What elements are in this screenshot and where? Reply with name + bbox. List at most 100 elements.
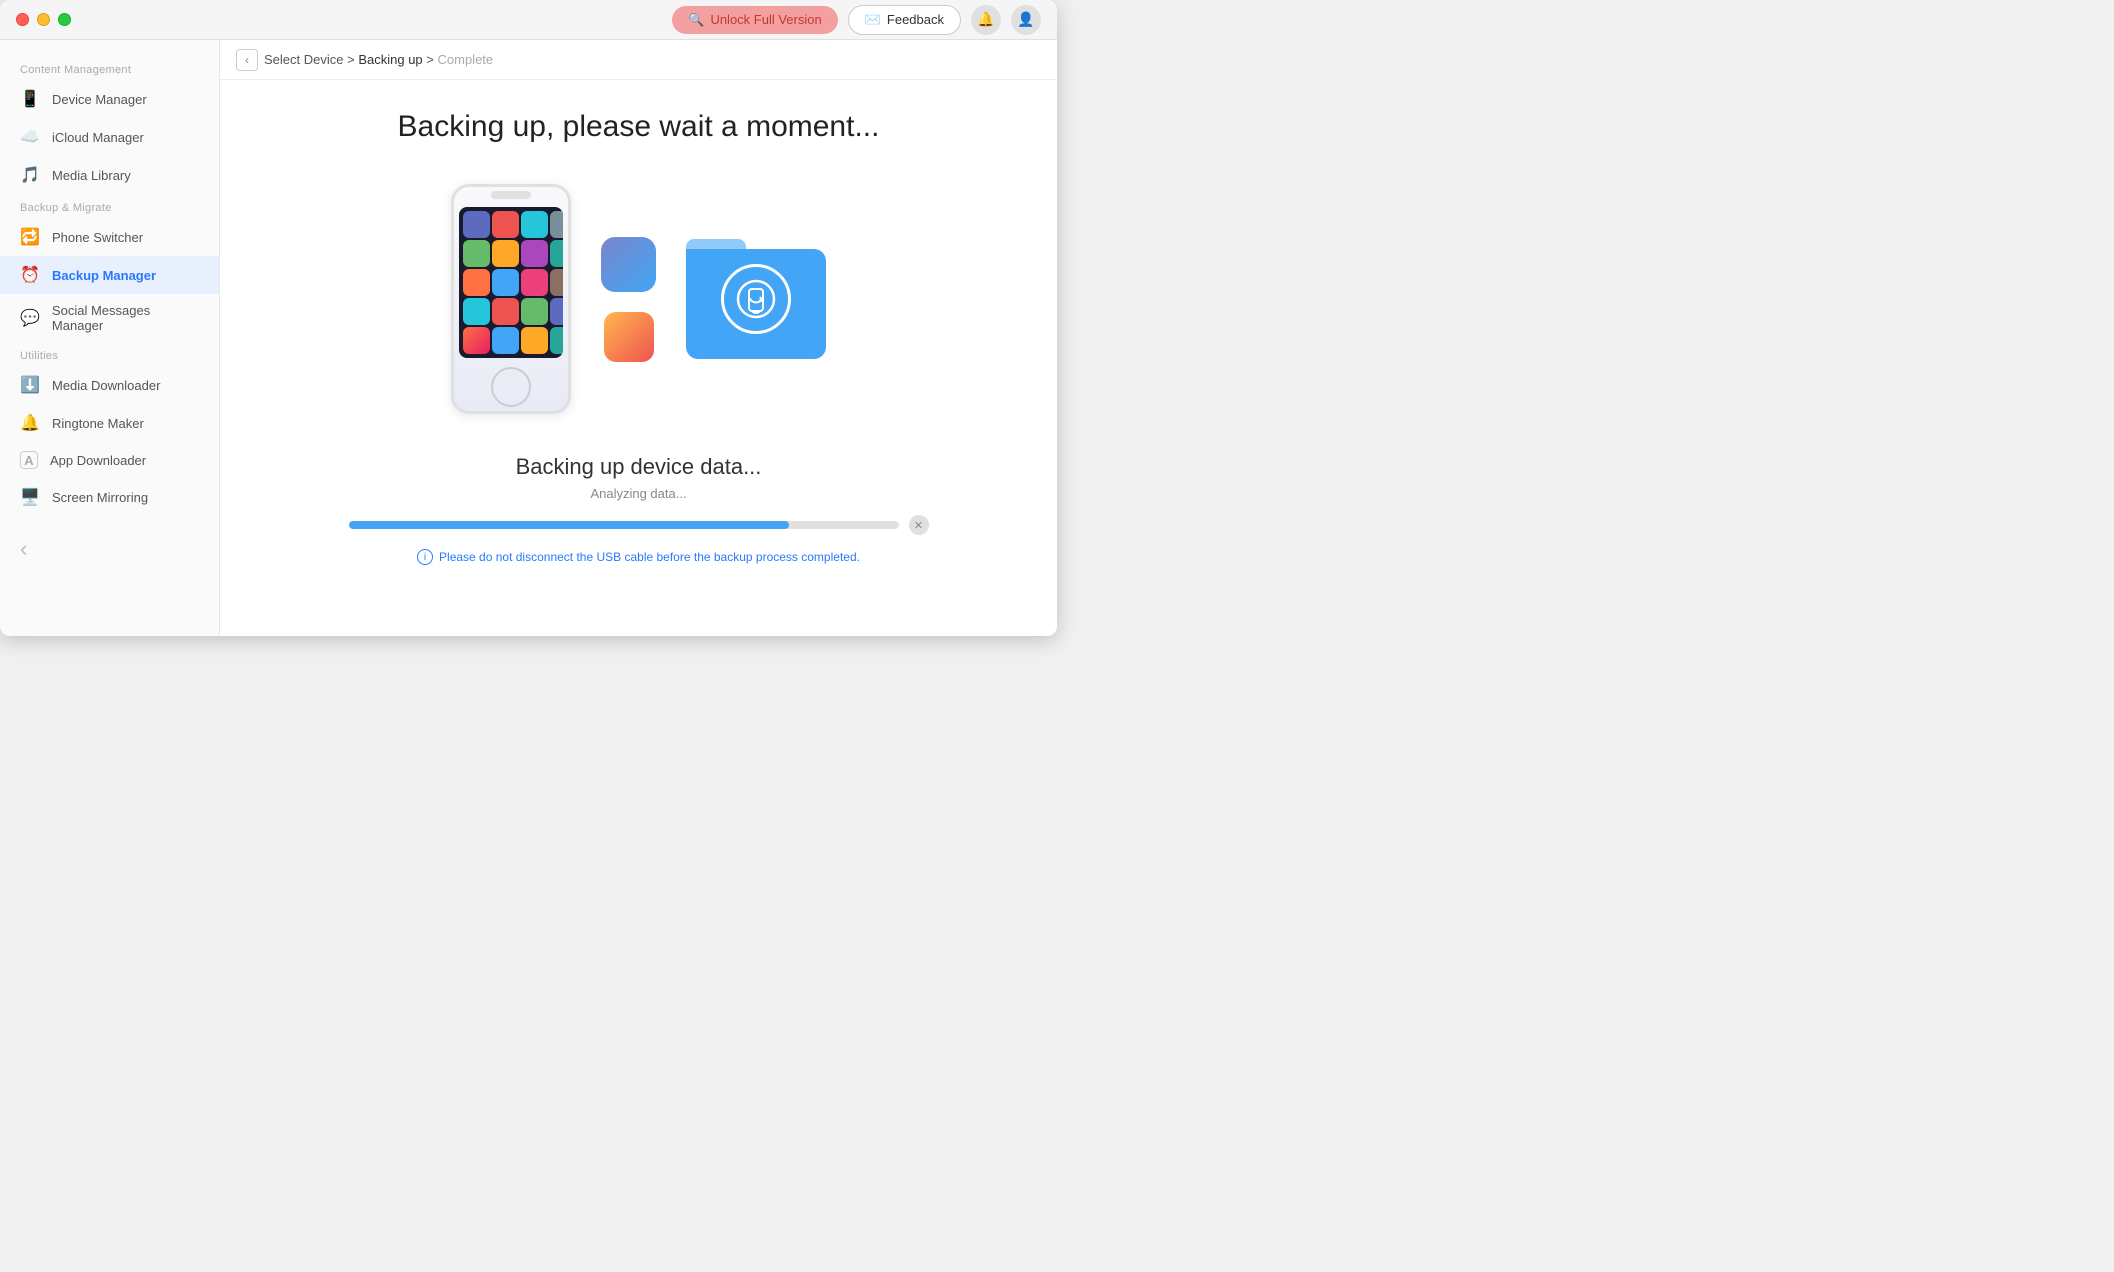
breadcrumb-sep2: > (426, 52, 437, 67)
sidebar-label-icloud-manager: iCloud Manager (52, 130, 144, 145)
sidebar-item-device-manager[interactable]: 📱 Device Manager (0, 80, 219, 118)
animation-area (240, 184, 1037, 414)
feedback-label: Feedback (887, 12, 944, 27)
sidebar-label-social-messages: Social Messages Manager (52, 303, 199, 333)
sidebar-label-media-downloader: Media Downloader (52, 378, 160, 393)
app-icon-10 (492, 269, 519, 296)
sidebar: Content Management 📱 Device Manager ☁️ i… (0, 40, 220, 636)
app-icon-4 (550, 211, 563, 238)
sidebar-label-screen-mirroring: Screen Mirroring (52, 490, 148, 505)
phone-screen (459, 207, 563, 358)
breadcrumb-step1: Select Device (264, 52, 343, 67)
app-body: Content Management 📱 Device Manager ☁️ i… (0, 40, 1057, 636)
app-icon-2 (492, 211, 519, 238)
sidebar-item-backup-manager[interactable]: ⏰ Backup Manager (0, 256, 219, 294)
search-icon: 🔍 (688, 12, 704, 28)
warning-message: Please do not disconnect the USB cable b… (439, 550, 860, 564)
sidebar-label-ringtone-maker: Ringtone Maker (52, 416, 144, 431)
app-icon-17 (463, 327, 490, 354)
app-icon-7 (521, 240, 548, 267)
breadcrumb-step2: Backing up (358, 52, 422, 67)
info-icon: i (417, 549, 433, 565)
sidebar-item-app-downloader[interactable]: A App Downloader (0, 442, 219, 478)
app-icon-13 (463, 298, 490, 325)
clock-icon: ⏰ (20, 265, 40, 285)
sidebar-label-media-library: Media Library (52, 168, 131, 183)
sidebar-item-ringtone-maker[interactable]: 🔔 Ringtone Maker (0, 404, 219, 442)
main-title: Backing up, please wait a moment... (398, 110, 880, 144)
unlock-label: Unlock Full Version (710, 12, 821, 27)
backup-folder (686, 239, 826, 359)
bell-icon: 🔔 (977, 11, 994, 28)
float-icon-orange (604, 312, 654, 362)
feedback-button[interactable]: ✉️ Feedback (848, 5, 961, 35)
progress-row: ✕ (349, 515, 929, 535)
user-icon: 👤 (1017, 11, 1034, 28)
app-icon-sidebar: A (20, 451, 38, 469)
sidebar-item-media-library[interactable]: 🎵 Media Library (0, 156, 219, 194)
warning-text: i Please do not disconnect the USB cable… (349, 549, 929, 565)
breadcrumb-back-button[interactable]: ‹ (236, 49, 258, 71)
titlebar: 🔍 Unlock Full Version ✉️ Feedback 🔔 👤 (0, 0, 1057, 40)
chevron-left-icon: ‹ (20, 536, 27, 562)
notification-button[interactable]: 🔔 (971, 5, 1001, 35)
bell-icon-sidebar: 🔔 (20, 413, 40, 433)
phone-notch (491, 191, 531, 199)
app-icon-20 (550, 327, 563, 354)
sidebar-item-phone-switcher[interactable]: 🔁 Phone Switcher (0, 218, 219, 256)
close-button[interactable] (16, 13, 29, 26)
back-arrow-icon: ‹ (245, 53, 249, 67)
sidebar-item-icloud-manager[interactable]: ☁️ iCloud Manager (0, 118, 219, 156)
app-icon-14 (492, 298, 519, 325)
app-icon-5 (463, 240, 490, 267)
maximize-button[interactable] (58, 13, 71, 26)
traffic-lights (16, 13, 71, 26)
minimize-button[interactable] (37, 13, 50, 26)
status-title: Backing up device data... (349, 454, 929, 480)
float-icon-blue (601, 237, 656, 292)
folder-phone-icon (721, 264, 791, 334)
collapse-sidebar-button[interactable]: ‹ (20, 536, 199, 562)
chat-icon: 💬 (20, 308, 40, 328)
app-icon-12 (550, 269, 563, 296)
unlock-button[interactable]: 🔍 Unlock Full Version (672, 6, 837, 34)
phone-icon: 📱 (20, 89, 40, 109)
sidebar-item-social-messages[interactable]: 💬 Social Messages Manager (0, 294, 219, 342)
cloud-icon: ☁️ (20, 127, 40, 147)
app-window: 🔍 Unlock Full Version ✉️ Feedback 🔔 👤 Co… (0, 0, 1057, 636)
progress-bar-fill (349, 521, 789, 529)
app-icon-18 (492, 327, 519, 354)
app-icon-1 (463, 211, 490, 238)
app-icon-16 (550, 298, 563, 325)
mail-icon: ✉️ (865, 12, 881, 28)
breadcrumb-sep1: > (347, 52, 358, 67)
section-backup-migrate: Backup & Migrate (0, 194, 219, 218)
music-icon: 🎵 (20, 165, 40, 185)
floating-icons (601, 237, 656, 362)
status-subtitle: Analyzing data... (349, 486, 929, 501)
app-icon-15 (521, 298, 548, 325)
progress-bar-background (349, 521, 899, 529)
app-icon-19 (521, 327, 548, 354)
cancel-icon: ✕ (914, 519, 923, 532)
user-avatar[interactable]: 👤 (1011, 5, 1041, 35)
progress-cancel-button[interactable]: ✕ (909, 515, 929, 535)
status-section: Backing up device data... Analyzing data… (349, 454, 929, 565)
sidebar-item-screen-mirroring[interactable]: 🖥️ Screen Mirroring (0, 478, 219, 516)
sidebar-label-device-manager: Device Manager (52, 92, 147, 107)
titlebar-actions: 🔍 Unlock Full Version ✉️ Feedback 🔔 👤 (672, 5, 1041, 35)
phone-mockup (451, 184, 571, 414)
section-utilities: Utilities (0, 342, 219, 366)
app-icon-6 (492, 240, 519, 267)
breadcrumb-bar: ‹ Select Device > Backing up > Complete (220, 40, 1057, 80)
app-icon-9 (463, 269, 490, 296)
monitor-icon: 🖥️ (20, 487, 40, 507)
sidebar-item-media-downloader[interactable]: ⬇️ Media Downloader (0, 366, 219, 404)
breadcrumb: Select Device > Backing up > Complete (264, 52, 493, 67)
app-icon-8 (550, 240, 563, 267)
section-content-management: Content Management (0, 56, 219, 80)
breadcrumb-step3: Complete (438, 52, 494, 67)
sidebar-label-phone-switcher: Phone Switcher (52, 230, 143, 245)
app-icon-11 (521, 269, 548, 296)
main-content: ‹ Select Device > Backing up > Complete … (220, 40, 1057, 636)
